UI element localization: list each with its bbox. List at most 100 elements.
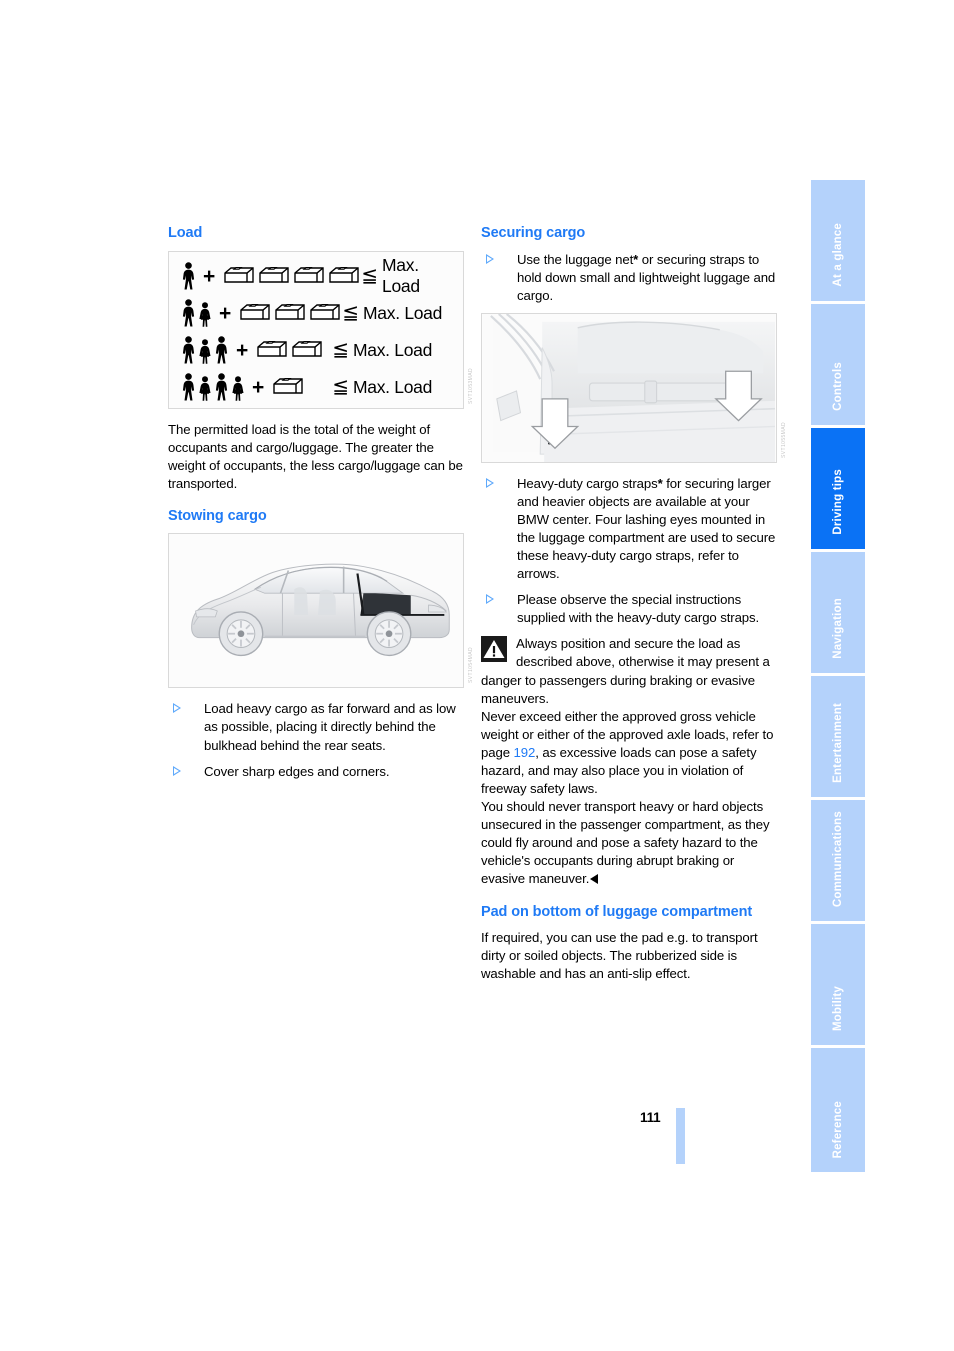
page-number: 111 — [640, 1110, 661, 1125]
tab-controls[interactable]: Controls — [811, 304, 865, 428]
tab-mobility[interactable]: Mobility — [811, 924, 865, 1048]
warning-text-1: Always position and secure the load as d… — [481, 636, 770, 706]
suitcase-icon — [257, 341, 287, 357]
suitcase-icon — [240, 304, 270, 320]
less-equal-sign: ≦ — [332, 376, 349, 399]
bullet-triangle-icon — [486, 477, 494, 488]
suitcase-icon — [292, 341, 322, 357]
man-icon — [182, 299, 195, 327]
left-column: Load + ≦ Max. Load + ≦ Max. Load + ≦ Max… — [168, 224, 474, 789]
max-load-label: Max. Load — [353, 376, 433, 397]
max-load-label: Max. Load — [353, 339, 433, 360]
plus-sign: + — [252, 375, 265, 399]
load-paragraph: The permitted load is the total of the w… — [168, 421, 463, 491]
suitcase-icon — [224, 267, 254, 283]
tab-label: Mobility — [832, 985, 844, 1031]
woman-icon — [199, 339, 211, 364]
bullet-triangle-icon — [486, 253, 494, 264]
suitcase-icon — [273, 378, 303, 394]
warning-block: Always position and secure the load as d… — [481, 635, 777, 888]
bullet-triangle-icon — [173, 765, 181, 776]
heading-load: Load — [168, 225, 203, 241]
luggage-icons — [222, 264, 361, 288]
plus-sign: + — [219, 301, 232, 325]
tab-label: Driving tips — [832, 469, 844, 535]
section-tab-rail: At a glance Controls Driving tips Naviga… — [811, 180, 865, 1172]
heading-stowing-cargo: Stowing cargo — [168, 507, 267, 524]
tab-at-a-glance[interactable]: At a glance — [811, 180, 865, 304]
list-item: Please observe the special instructions … — [481, 591, 777, 627]
heading-securing-cargo: Securing cargo — [481, 225, 586, 241]
man-icon — [182, 336, 195, 364]
occupant-icons — [181, 373, 245, 401]
suitcase-icon — [259, 267, 289, 283]
occupant-icons — [181, 299, 212, 327]
max-load-label: Max. Load — [382, 255, 420, 297]
tab-label: Entertainment — [832, 703, 844, 783]
plus-sign: + — [203, 264, 216, 288]
luggage-icons — [271, 375, 305, 399]
heading-pad-on-bottom: Pad on bottom of luggage compartment — [481, 903, 753, 920]
tab-label: Communications — [832, 810, 844, 907]
load-row: + ≦ Max. Load — [169, 332, 463, 369]
luggage-compartment-lashing-eyes: SVT1055MAD — [481, 312, 787, 463]
load-row: + ≦ Max. Load — [169, 255, 463, 297]
man-icon — [215, 336, 228, 364]
load-row: + ≦ Max. Load — [169, 295, 463, 332]
page-number-bar — [676, 1108, 685, 1164]
tab-entertainment[interactable]: Entertainment — [811, 676, 865, 800]
right-column: Securing cargo Use the luggage net* or s… — [481, 224, 787, 983]
tab-label: Controls — [832, 362, 844, 411]
list-item: Load heavy cargo as far forward and as l… — [168, 700, 464, 754]
man-icon — [182, 373, 195, 401]
car-side-view-cargo-area: SVT1054MAD — [168, 533, 474, 689]
less-equal-sign: ≦ — [342, 302, 360, 325]
tab-navigation[interactable]: Navigation — [811, 552, 865, 676]
list-item: Cover sharp edges and corners. — [168, 763, 464, 781]
woman-icon — [199, 302, 211, 327]
page-reference-link[interactable]: 192 — [514, 745, 536, 760]
occupant-icons — [181, 262, 196, 290]
tab-driving-tips[interactable]: Driving tips — [811, 428, 865, 552]
less-equal-sign: ≦ — [332, 339, 349, 362]
tab-reference[interactable]: Reference — [811, 1048, 865, 1172]
list-item: Use the luggage net* or securing straps … — [481, 251, 777, 305]
list-item-text: Load heavy cargo as far forward and as l… — [204, 701, 456, 753]
occupant-icons — [181, 336, 229, 364]
less-equal-sign: ≦ — [361, 265, 379, 288]
tab-label: At a glance — [832, 223, 844, 287]
luggage-icons — [255, 338, 324, 362]
tab-label: Navigation — [832, 598, 844, 659]
warning-text-3: You should never transport heavy or hard… — [481, 799, 770, 887]
man-icon — [182, 262, 195, 290]
manual-page: Load + ≦ Max. Load + ≦ Max. Load + ≦ Max… — [0, 0, 954, 1351]
list-item-text: Please observe the special instructions … — [517, 592, 760, 626]
load-capacity-diagram: + ≦ Max. Load + ≦ Max. Load + ≦ Max. Loa… — [168, 250, 474, 409]
figure-code: SVT1055MAD — [781, 421, 787, 458]
suitcase-icon — [294, 267, 324, 283]
plus-sign: + — [236, 338, 249, 362]
bullet-triangle-icon — [173, 703, 181, 714]
bullet-triangle-icon — [486, 594, 494, 605]
suitcase-icon — [275, 304, 305, 320]
list-item: Heavy-duty cargo straps* for securing la… — [481, 475, 777, 583]
suitcase-icon — [329, 267, 359, 283]
pad-paragraph: If required, you can use the pad e.g. to… — [481, 930, 758, 982]
tab-label: Reference — [832, 1100, 844, 1158]
end-of-warning-marker — [590, 874, 599, 885]
list-item-text-pre: Heavy-duty cargo straps — [517, 475, 658, 491]
list-item-text-post: for securing larger and heavier objects … — [517, 475, 776, 582]
load-row: + ≦ Max. Load — [169, 369, 463, 406]
max-load-label: Max. Load — [363, 302, 443, 323]
suitcase-icon — [310, 304, 340, 320]
figure-code: SVT1054MAD — [468, 647, 474, 684]
tab-communications[interactable]: Communications — [811, 800, 865, 924]
list-item-text-pre: Use the luggage net — [517, 251, 634, 267]
list-item-text: Cover sharp edges and corners. — [204, 763, 390, 779]
figure-code: SVT1053MAD — [468, 367, 474, 404]
man-icon — [215, 373, 228, 401]
woman-icon — [232, 376, 244, 401]
warning-triangle-icon — [481, 636, 507, 663]
luggage-icons — [238, 301, 342, 325]
woman-icon — [199, 376, 211, 401]
